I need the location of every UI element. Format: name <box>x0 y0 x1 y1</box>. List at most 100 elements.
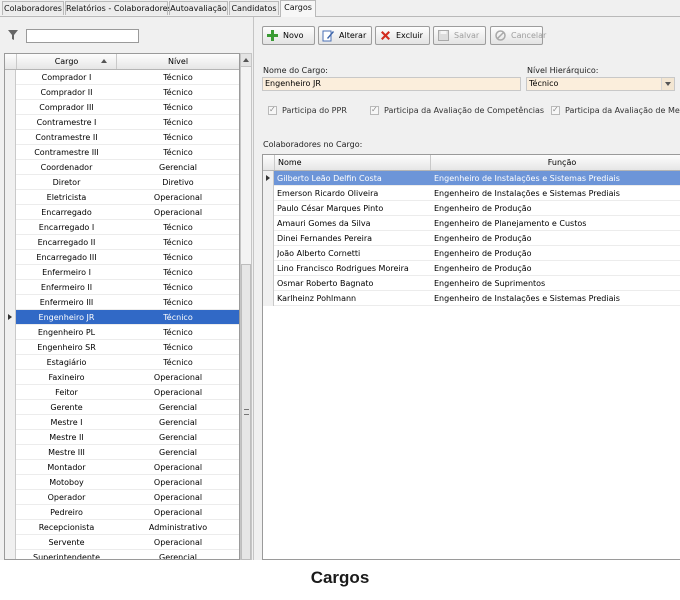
row-indicator[interactable] <box>5 490 16 505</box>
cell-nivel[interactable]: Gerencial <box>117 160 239 175</box>
cell-nome[interactable]: Lino Francisco Rodrigues Moreira <box>277 261 431 276</box>
alterar-button[interactable]: Alterar <box>318 26 372 45</box>
row-indicator[interactable] <box>5 340 16 355</box>
cell-funcao[interactable]: Engenheiro de Produção <box>434 201 680 216</box>
row-indicator[interactable] <box>5 475 16 490</box>
cell-nivel[interactable]: Técnico <box>117 325 239 340</box>
table-row[interactable]: Superintendente Gerencial <box>5 550 239 559</box>
checkbox-icon[interactable] <box>268 104 277 116</box>
cell-funcao[interactable]: Engenheiro de Instalações e Sistemas Pre… <box>434 171 680 186</box>
table-row[interactable]: Montador Operacional <box>5 460 239 475</box>
nivel-hierarquico-select[interactable]: Técnico <box>526 77 675 91</box>
table-row[interactable]: Engenheiro SR Técnico <box>5 340 239 355</box>
cell-nivel[interactable]: Técnico <box>117 280 239 295</box>
cell-nivel[interactable]: Técnico <box>117 340 239 355</box>
table-row[interactable]: Karlheinz Pohlmann Engenheiro de Instalaç… <box>263 291 680 306</box>
row-indicator[interactable] <box>5 175 16 190</box>
table-row[interactable]: Enfermeiro I Técnico <box>5 265 239 280</box>
tab-colaboradores[interactable]: Colaboradores <box>2 1 64 15</box>
cell-cargo[interactable]: Recepcionista <box>17 520 116 535</box>
cell-funcao[interactable]: Engenheiro de Produção <box>434 246 680 261</box>
checkbox-icon[interactable] <box>370 104 379 116</box>
row-indicator[interactable] <box>5 430 16 445</box>
table-row[interactable]: Contramestre II Técnico <box>5 130 239 145</box>
cell-nivel[interactable]: Operacional <box>117 490 239 505</box>
table-row[interactable]: Dinei Fernandes Pereira Engenheiro de Pro… <box>263 231 680 246</box>
row-indicator[interactable] <box>5 130 16 145</box>
row-indicator[interactable] <box>5 550 16 559</box>
cell-nivel[interactable]: Operacional <box>117 460 239 475</box>
tab-relatorios-colaboradores[interactable]: Relatórios - Colaboradores <box>65 1 172 15</box>
row-indicator[interactable] <box>5 70 16 85</box>
tab-cargos[interactable]: Cargos <box>280 0 316 17</box>
table-row[interactable]: Emerson Ricardo Oliveira Engenheiro de In… <box>263 186 680 201</box>
row-indicator[interactable] <box>5 355 16 370</box>
table-row[interactable]: Pedreiro Operacional <box>5 505 239 520</box>
cell-nome[interactable]: João Alberto Cornetti <box>277 246 431 261</box>
cell-nivel[interactable]: Técnico <box>117 265 239 280</box>
cell-funcao[interactable]: Engenheiro de Planejamento e Custos <box>434 216 680 231</box>
cell-cargo[interactable]: Mestre II <box>17 430 116 445</box>
row-indicator[interactable] <box>5 235 16 250</box>
nome-cargo-field[interactable]: Engenheiro JR <box>262 77 521 91</box>
cell-nivel[interactable]: Técnico <box>117 85 239 100</box>
row-indicator[interactable] <box>5 145 16 160</box>
row-indicator[interactable] <box>5 520 16 535</box>
cell-nivel[interactable]: Técnico <box>117 220 239 235</box>
row-indicator[interactable] <box>5 115 16 130</box>
checkbox-icon[interactable] <box>551 104 560 116</box>
cargos-grid-scrollbar[interactable] <box>240 53 252 560</box>
table-row[interactable]: Operador Operacional <box>5 490 239 505</box>
row-indicator[interactable] <box>263 171 274 186</box>
row-indicator[interactable] <box>5 220 16 235</box>
row-indicator[interactable] <box>5 205 16 220</box>
tab-candidatos[interactable]: Candidatos <box>229 1 279 15</box>
cell-cargo[interactable]: Pedreiro <box>17 505 116 520</box>
table-row[interactable]: João Alberto Cornetti Engenheiro de Produ… <box>263 246 680 261</box>
excluir-button[interactable]: Excluir <box>375 26 430 45</box>
cell-nivel[interactable]: Operacional <box>117 505 239 520</box>
cell-cargo[interactable]: Gerente <box>17 400 116 415</box>
cell-cargo[interactable]: Montador <box>17 460 116 475</box>
filter-input[interactable] <box>26 29 139 43</box>
cell-nivel[interactable]: Administrativo <box>117 520 239 535</box>
scroll-up-icon[interactable] <box>241 54 251 67</box>
novo-button[interactable]: Novo <box>262 26 315 45</box>
table-row[interactable]: Engenheiro PL Técnico <box>5 325 239 340</box>
cell-nivel[interactable]: Técnico <box>117 235 239 250</box>
table-row[interactable]: Contramestre III Técnico <box>5 145 239 160</box>
row-indicator[interactable] <box>263 201 274 216</box>
row-indicator[interactable] <box>263 291 274 306</box>
row-indicator[interactable] <box>5 190 16 205</box>
cell-nivel[interactable]: Operacional <box>117 370 239 385</box>
cell-cargo[interactable]: Operador <box>17 490 116 505</box>
cell-nivel[interactable]: Gerencial <box>117 400 239 415</box>
cell-nivel[interactable]: Técnico <box>117 100 239 115</box>
row-indicator[interactable] <box>5 250 16 265</box>
cell-cargo[interactable]: Mestre I <box>17 415 116 430</box>
table-row[interactable]: Motoboy Operacional <box>5 475 239 490</box>
cell-funcao[interactable]: Engenheiro de Instalações e Sistemas Pre… <box>434 291 680 306</box>
table-row[interactable]: Amauri Gomes da Silva Engenheiro de Plane… <box>263 216 680 231</box>
cell-funcao[interactable]: Engenheiro de Produção <box>434 231 680 246</box>
table-row[interactable]: Encarregado III Técnico <box>5 250 239 265</box>
cell-nivel[interactable]: Técnico <box>117 115 239 130</box>
cell-nivel[interactable]: Operacional <box>117 535 239 550</box>
cell-cargo[interactable]: Encarregado I <box>17 220 116 235</box>
row-indicator[interactable] <box>5 385 16 400</box>
row-indicator[interactable] <box>5 460 16 475</box>
row-indicator[interactable] <box>5 85 16 100</box>
row-indicator[interactable] <box>5 160 16 175</box>
cell-cargo[interactable]: Encarregado II <box>17 235 116 250</box>
table-row[interactable]: Mestre I Gerencial <box>5 415 239 430</box>
table-row[interactable]: Encarregado Operacional <box>5 205 239 220</box>
row-indicator[interactable] <box>5 265 16 280</box>
row-indicator[interactable] <box>263 186 274 201</box>
row-indicator[interactable] <box>263 246 274 261</box>
cell-cargo[interactable]: Servente <box>17 535 116 550</box>
cell-cargo[interactable]: Encarregado <box>17 205 116 220</box>
cell-nivel[interactable]: Operacional <box>117 205 239 220</box>
cell-nivel[interactable]: Diretivo <box>117 175 239 190</box>
row-indicator[interactable] <box>5 310 16 325</box>
row-indicator[interactable] <box>5 295 16 310</box>
